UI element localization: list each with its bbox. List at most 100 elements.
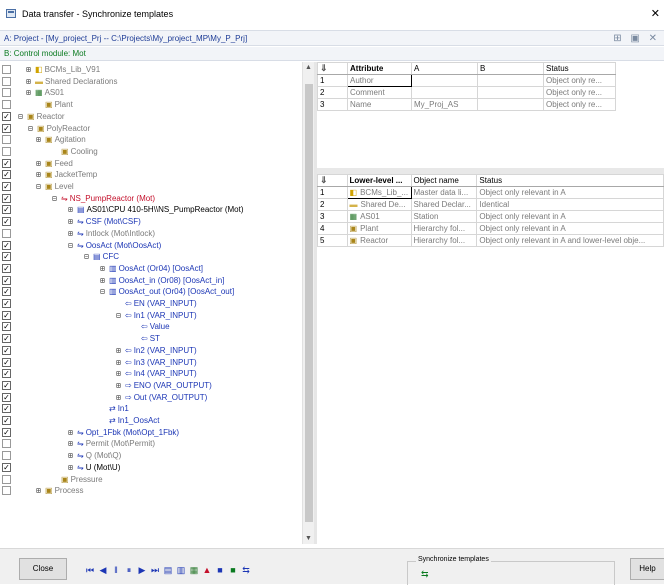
tree-node[interactable]: ⊞ ⇦ In2 (VAR_INPUT) — [116, 345, 197, 356]
tree-node-checkbox[interactable] — [2, 100, 11, 110]
collapse-icon[interactable]: ⊟ — [36, 181, 44, 192]
expand-icon[interactable]: ⊞ — [68, 204, 76, 215]
tree-node-checkbox[interactable] — [2, 65, 11, 74]
status-cell[interactable]: Object only relevant in A — [476, 210, 664, 223]
value-b-cell[interactable] — [477, 86, 544, 99]
nav-toolbar-icon[interactable]: ■ — [214, 564, 226, 576]
nav-toolbar-icon[interactable]: ⇆ — [240, 564, 252, 576]
tree-node-checkbox[interactable] — [2, 474, 11, 484]
object-name-cell[interactable]: Master data li... — [410, 186, 478, 199]
expand-icon[interactable]: ⊞ — [36, 158, 44, 169]
tree-node[interactable]: ⊞ ⇋ Intlock (Mot\Intlock) — [68, 228, 155, 239]
lower-level-cell[interactable]: ▬ Shared De... — [346, 198, 412, 211]
status-cell[interactable]: Object only re... — [543, 74, 616, 87]
tree-node[interactable]: ⊞ ▣ Process — [36, 485, 83, 496]
lower-level-cell[interactable]: ▣ Reactor — [346, 234, 412, 247]
tree-node-checkbox[interactable]: ✓ — [2, 158, 11, 168]
tree-node-checkbox[interactable]: ✓ — [2, 427, 11, 437]
collapse-icon[interactable]: ⊟ — [116, 310, 124, 321]
tree-node[interactable]: ⇦ EN (VAR_INPUT) — [116, 298, 197, 309]
tree-node-checkbox[interactable]: ✓ — [2, 182, 11, 191]
table-row[interactable]: 5 ▣ Reactor Hierarchy fol... Object only rel… — [317, 234, 664, 247]
tree-node-checkbox[interactable]: ✓ — [2, 357, 11, 367]
tree-node-checkbox[interactable]: ✓ — [2, 334, 11, 344]
status-cell[interactable]: Object only re... — [543, 98, 616, 111]
nav-toolbar-icon[interactable]: ▥ — [175, 564, 187, 576]
expand-icon[interactable]: ⊞ — [26, 76, 34, 87]
expand-icon[interactable]: ⊞ — [36, 134, 44, 145]
tree-node[interactable]: ⊞ ⇋ Permit (Mot\Permit) — [68, 438, 155, 449]
nav-toolbar-icon[interactable]: ▦ — [188, 564, 200, 576]
tree-node-checkbox[interactable]: ✓ — [2, 252, 11, 262]
status-cell[interactable]: Object only relevant in A and lower-leve… — [476, 234, 664, 247]
column-header-b[interactable]: B — [477, 62, 544, 75]
tree-node-checkbox[interactable] — [2, 451, 11, 461]
expand-icon[interactable]: ⊞ — [26, 64, 34, 75]
tree-node-checkbox[interactable]: ✓ — [2, 287, 11, 297]
nav-toolbar-icon[interactable]: ⏭ — [149, 564, 161, 576]
tree-node[interactable]: ⊞ ▥ OosAct (Or04) [OosAct] — [100, 263, 203, 274]
row-number[interactable]: 3 — [317, 210, 348, 223]
tree-node-checkbox[interactable] — [2, 135, 11, 145]
row-number[interactable]: 3 — [317, 98, 348, 111]
tree-node[interactable]: ⇦ Value — [132, 321, 170, 332]
tree-node[interactable]: ⊞ ▤ AS01\CPU 410-5H\\NS_PumpReactor (Mot) — [68, 204, 244, 215]
tree-node-checkbox[interactable]: ✓ — [2, 322, 11, 332]
tree-node-checkbox[interactable]: ✓ — [2, 310, 11, 320]
collapse-icon[interactable]: ⊟ — [28, 123, 36, 134]
tree-node-checkbox[interactable]: ✓ — [2, 380, 11, 390]
tree-node[interactable]: ⊞ ⇨ Out (VAR_OUTPUT) — [116, 392, 207, 403]
nav-toolbar-icon[interactable]: ▲ — [201, 564, 213, 576]
column-header-status[interactable]: Status — [543, 62, 616, 75]
tree-node-checkbox[interactable] — [2, 439, 11, 449]
object-name-cell[interactable]: Hierarchy fol... — [410, 234, 478, 247]
collapse-icon[interactable]: ⊟ — [84, 251, 92, 262]
table-corner-icon[interactable]: ⇓ — [317, 174, 348, 187]
row-number[interactable]: 1 — [317, 186, 348, 199]
tree-node[interactable]: ⇄ In1 — [100, 403, 129, 414]
tree-node-checkbox[interactable] — [2, 486, 11, 496]
object-name-cell[interactable]: Station — [410, 210, 478, 223]
object-tree[interactable]: ⊞ ◧ BCMs_Lib_V91 ⊞ ▬ Shared Declarations ⊞ ▦ AS0… — [14, 62, 302, 544]
column-header-attribute[interactable]: Attribute — [347, 62, 412, 75]
nav-toolbar-icon[interactable]: ⏸ — [123, 564, 135, 576]
tree-node-checkbox[interactable]: ✓ — [2, 205, 11, 215]
object-name-cell[interactable]: Shared Declar... — [410, 198, 478, 211]
tree-node-checkbox[interactable] — [2, 88, 11, 98]
attribute-cell[interactable]: Name — [347, 98, 412, 111]
tree-node-checkbox[interactable]: ✓ — [2, 217, 11, 227]
table-row[interactable]: 2 ▬ Shared De... Shared Declar... Identical — [317, 198, 664, 211]
expand-icon[interactable]: ⊞ — [68, 450, 76, 461]
tree-node-checkbox[interactable]: ✓ — [2, 240, 11, 250]
column-header-lower-level[interactable]: Lower-level ... — [346, 174, 412, 187]
nav-toolbar-icon[interactable]: ‖ — [110, 564, 122, 576]
value-b-cell[interactable] — [477, 74, 544, 87]
tree-node-checkbox[interactable]: ✓ — [2, 462, 11, 472]
expand-icon[interactable]: ⊞ — [116, 357, 124, 368]
tree-node[interactable]: ⊞ ▦ AS01 — [26, 87, 64, 98]
tree-node-checkbox[interactable]: ✓ — [2, 263, 11, 273]
tree-node[interactable]: ⊞ ⇋ U (Mot\U) — [68, 462, 120, 473]
column-header-object-name[interactable]: Object name — [410, 174, 478, 187]
row-number[interactable]: 5 — [317, 234, 348, 247]
tree-node[interactable]: ⊟ ▣ PolyReactor — [28, 123, 90, 134]
tree-node-checkbox[interactable]: ✓ — [2, 299, 11, 308]
lower-level-cell[interactable]: ▣ Plant — [346, 222, 412, 235]
tree-node-checkbox[interactable]: ✓ — [2, 123, 11, 133]
project-bar-tools[interactable]: ⊞ ▣ ✕ — [613, 33, 660, 44]
tree-node[interactable]: ⇦ ST — [132, 333, 160, 344]
tree-node-checkbox[interactable]: ✓ — [2, 404, 11, 414]
tree-node-checkbox[interactable]: ✓ — [2, 170, 11, 180]
table-corner-icon[interactable]: ⇓ — [317, 62, 348, 75]
expand-icon[interactable]: ⊞ — [68, 427, 76, 438]
expand-icon[interactable]: ⊞ — [68, 228, 76, 239]
table-row[interactable]: 2 Comment Object only re... — [317, 86, 616, 99]
lower-level-cell[interactable]: ▦ AS01 — [346, 210, 412, 223]
table-row[interactable]: 4 ▣ Plant Hierarchy fol... Object only relev… — [317, 222, 664, 235]
value-a-cell[interactable]: My_Proj_AS — [411, 98, 478, 111]
row-number[interactable]: 2 — [317, 198, 348, 211]
tree-node[interactable]: ⊟ ▤ CFC — [84, 251, 119, 262]
tree-node-checkbox[interactable]: ✓ — [2, 111, 11, 121]
tree-node-checkbox[interactable]: ✓ — [2, 369, 11, 379]
tree-node[interactable]: ⊞ ⇋ Opt_1Fbk (Mot\Opt_1Fbk) — [68, 427, 179, 438]
